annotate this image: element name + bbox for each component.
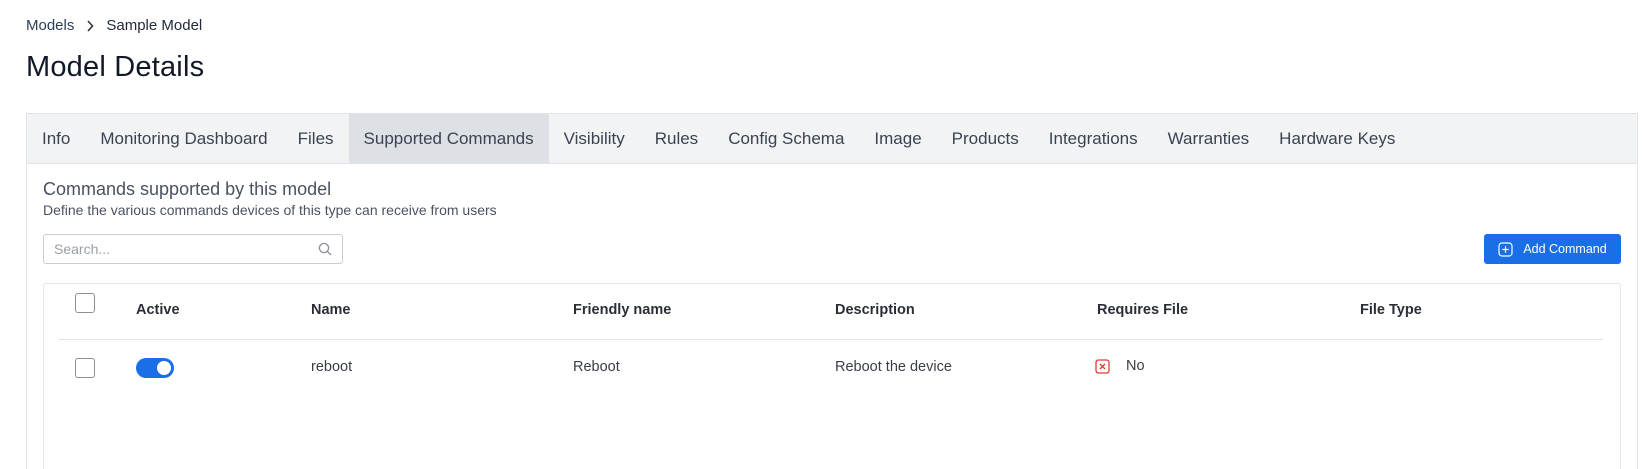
search-input[interactable] <box>54 241 318 257</box>
tab-files[interactable]: Files <box>283 114 349 163</box>
toggle-knob <box>157 361 171 375</box>
row-select-checkbox[interactable] <box>75 358 95 378</box>
column-header-file-type[interactable]: File Type <box>1360 302 1422 318</box>
command-name: reboot <box>311 359 353 375</box>
breadcrumb-current: Sample Model <box>106 17 203 34</box>
plus-square-icon <box>1498 241 1513 257</box>
breadcrumb-models-link[interactable]: Models <box>26 17 74 34</box>
tab-supported-commands[interactable]: Supported Commands <box>348 114 549 163</box>
page-title: Model Details <box>26 51 205 83</box>
column-header-description[interactable]: Description <box>835 302 915 318</box>
tab-rules[interactable]: Rules <box>640 114 713 163</box>
command-friendly-name: Reboot <box>573 359 620 375</box>
chevron-right-icon <box>86 19 94 32</box>
x-square-icon <box>1095 358 1110 374</box>
header-divider <box>59 339 1603 340</box>
requires-file-value: No <box>1126 358 1145 374</box>
tab-config-schema[interactable]: Config Schema <box>713 114 859 163</box>
section-title: Commands supported by this model <box>43 179 332 199</box>
add-command-button[interactable]: Add Command <box>1484 234 1621 264</box>
search-box <box>43 234 343 264</box>
tab-products[interactable]: Products <box>937 114 1034 163</box>
tab-warranties[interactable]: Warranties <box>1153 114 1265 163</box>
tab-image[interactable]: Image <box>859 114 936 163</box>
section-subtitle: Define the various commands devices of t… <box>43 202 497 218</box>
column-header-friendly-name[interactable]: Friendly name <box>573 302 671 318</box>
select-all-checkbox[interactable] <box>75 293 95 313</box>
command-description: Reboot the device <box>835 359 952 375</box>
tab-monitoring-dashboard[interactable]: Monitoring Dashboard <box>85 114 282 163</box>
tab-info[interactable]: Info <box>27 114 85 163</box>
column-header-requires-file[interactable]: Requires File <box>1097 302 1188 318</box>
tab-hardware-keys[interactable]: Hardware Keys <box>1264 114 1410 163</box>
tab-integrations[interactable]: Integrations <box>1034 114 1153 163</box>
active-toggle[interactable] <box>136 358 174 378</box>
search-icon[interactable] <box>318 242 332 256</box>
breadcrumb: Models Sample Model <box>26 17 202 34</box>
tab-visibility[interactable]: Visibility <box>549 114 640 163</box>
column-header-active[interactable]: Active <box>136 302 180 318</box>
add-command-label: Add Command <box>1523 242 1607 256</box>
requires-file-cell: No <box>1095 358 1145 374</box>
tab-bar: Info Monitoring Dashboard Files Supporte… <box>26 113 1638 164</box>
column-header-name[interactable]: Name <box>311 302 351 318</box>
